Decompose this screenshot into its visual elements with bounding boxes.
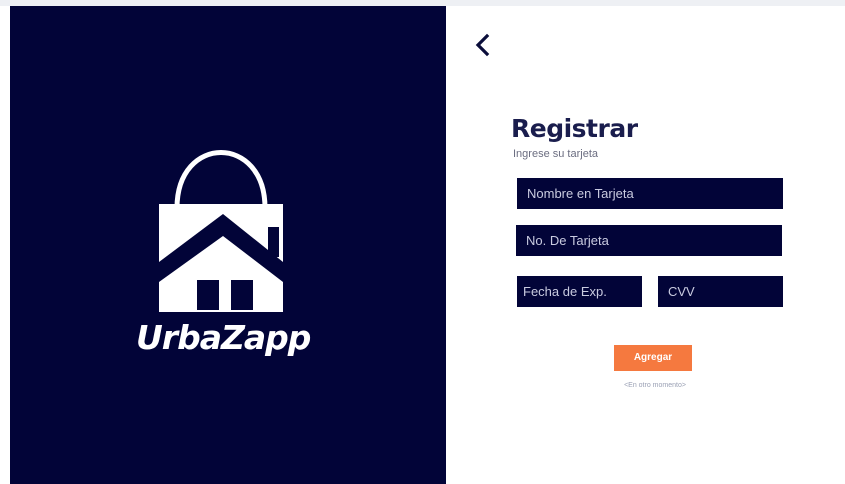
card-name-input[interactable]: Nombre en Tarjeta <box>517 178 783 209</box>
page-subtitle: Ingrese su tarjeta <box>513 148 598 160</box>
card-number-input[interactable]: No. De Tarjeta <box>516 225 782 256</box>
brand-name: UrbaZapp <box>136 318 311 357</box>
chevron-left-icon[interactable] <box>473 32 493 58</box>
skip-link[interactable]: <En otro momento> <box>596 382 714 389</box>
form-panel: Registrar Ingrese su tarjeta Nombre en T… <box>446 6 845 484</box>
page-title: Registrar <box>511 114 638 143</box>
expiry-date-input[interactable]: Fecha de Exp. <box>517 276 642 307</box>
cvv-input[interactable]: CVV <box>658 276 783 307</box>
house-shopping-bag-icon <box>159 150 283 312</box>
left-gutter <box>0 6 10 484</box>
add-card-button[interactable]: Agregar <box>614 345 692 371</box>
brand-panel: UrbaZapp <box>10 6 446 484</box>
